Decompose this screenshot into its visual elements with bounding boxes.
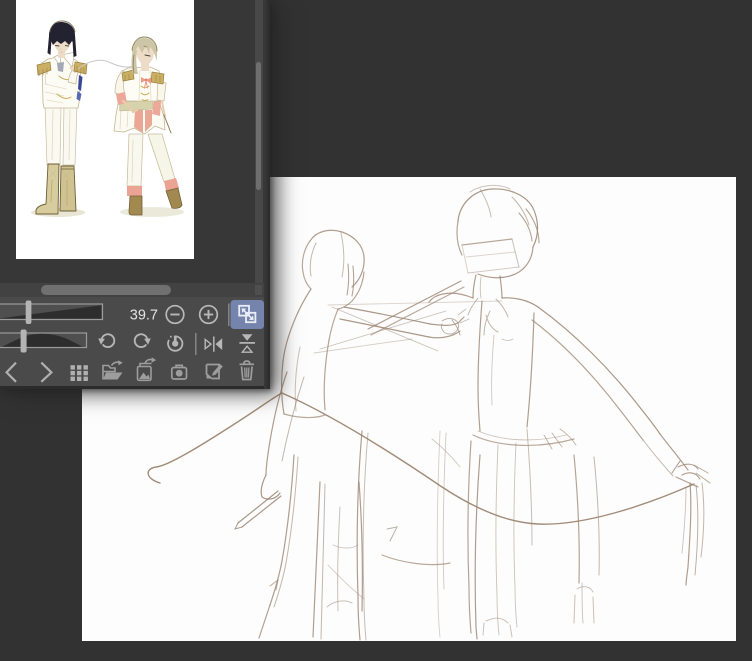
svg-text:39.7: 39.7 <box>130 308 158 324</box>
